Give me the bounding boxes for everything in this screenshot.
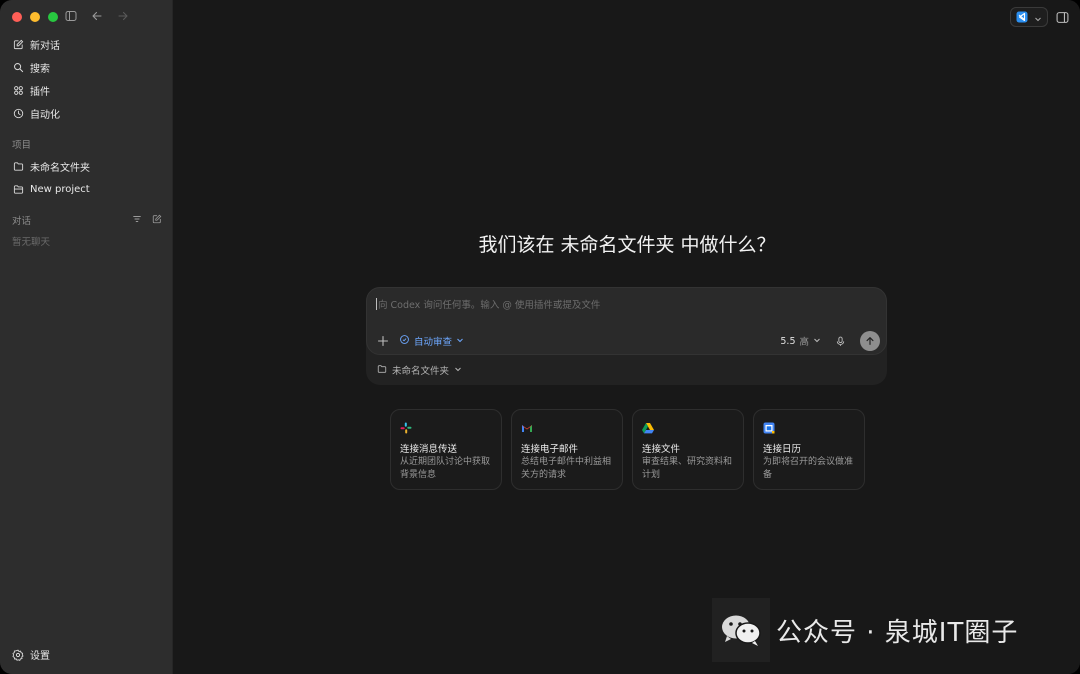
compose-icon xyxy=(12,39,24,51)
connector-cards: 连接消息传送 从近期团队讨论中获取背景信息 连接电子邮件 总结电子邮件中利益相关… xyxy=(390,409,865,490)
auto-review-label: 自动审查 xyxy=(414,337,453,348)
page-headline: 我们该在 未命名文件夹 中做什么？ xyxy=(478,234,776,256)
sidebar: 新对话 搜索 插件 自动化 项目 未命名文件夹 New project 对话 暂… xyxy=(0,0,172,674)
toggle-panel-icon[interactable] xyxy=(1056,9,1070,23)
card-title: 连接文件 xyxy=(642,444,681,455)
project-item-unnamed-folder[interactable]: 未命名文件夹 xyxy=(6,155,166,178)
new-chat-icon[interactable] xyxy=(152,214,162,227)
plugins-icon xyxy=(12,85,24,97)
google-drive-icon xyxy=(642,419,654,434)
nav-label: 插件 xyxy=(30,87,50,98)
connector-card-calendar[interactable]: 连接日历 为即将召开的会议做准备 xyxy=(753,409,865,490)
slack-icon xyxy=(400,419,412,434)
chats-heading: 对话 xyxy=(12,216,32,227)
workspace-folder-selector[interactable]: 未命名文件夹 xyxy=(377,363,462,377)
text-caret xyxy=(376,298,377,310)
forward-arrow-icon[interactable] xyxy=(116,9,130,23)
chats-empty-text: 暂无聊天 xyxy=(12,237,51,248)
composer-container: 向 Codex 询问任何事。输入 @ 使用插件或提及文件 自动审查 5.5 高 … xyxy=(366,287,887,385)
wechat-watermark: 公众号 · 泉城IT圈子 xyxy=(712,598,1054,662)
clock-icon xyxy=(12,108,24,120)
close-window-button[interactable] xyxy=(12,12,22,22)
chats-heading-row: 对话 xyxy=(6,209,166,231)
main-content: 我们该在 未命名文件夹 中做什么？ 向 Codex 询问任何事。输入 @ 使用插… xyxy=(172,0,1080,674)
card-description: 为即将召开的会议做准备 xyxy=(763,457,854,480)
folder-selector-label: 未命名文件夹 xyxy=(392,366,450,377)
shield-icon xyxy=(399,334,410,348)
send-button[interactable] xyxy=(860,331,880,351)
chats-section: 对话 暂无聊天 xyxy=(6,209,166,248)
nav-plugins[interactable]: 插件 xyxy=(6,79,166,102)
sidebar-nav: 新对话 搜索 插件 自动化 xyxy=(6,33,166,125)
folder-icon xyxy=(377,364,387,377)
window-controls xyxy=(12,12,58,22)
open-in-vscode-button[interactable] xyxy=(1010,7,1048,27)
connector-card-email[interactable]: 连接电子邮件 总结电子邮件中利益相关方的请求 xyxy=(511,409,623,490)
card-title: 连接电子邮件 xyxy=(521,444,579,455)
projects-section: 项目 未命名文件夹 New project xyxy=(6,133,166,201)
nav-label: 搜索 xyxy=(30,64,50,75)
card-title: 连接日历 xyxy=(763,444,802,455)
composer: 向 Codex 询问任何事。输入 @ 使用插件或提及文件 自动审查 5.5 高 xyxy=(366,287,887,355)
connector-card-files[interactable]: 连接文件 审查结果、研究资料和计划 xyxy=(632,409,744,490)
zoom-window-button[interactable] xyxy=(48,12,58,22)
project-label: 未命名文件夹 xyxy=(30,163,90,174)
chevron-down-icon xyxy=(813,336,821,347)
card-description: 总结电子邮件中利益相关方的请求 xyxy=(521,457,612,480)
filter-icon[interactable] xyxy=(132,214,142,227)
prompt-placeholder: 向 Codex 询问任何事。输入 @ 使用插件或提及文件 xyxy=(378,300,601,311)
sidebar-toolbar xyxy=(64,9,130,23)
model-selector[interactable]: 5.5 高 xyxy=(780,334,821,348)
folder-icon xyxy=(12,161,24,173)
projects-heading: 项目 xyxy=(12,140,32,151)
arrow-up-icon xyxy=(866,337,874,345)
card-title: 连接消息传送 xyxy=(400,444,458,455)
nav-new-chat[interactable]: 新对话 xyxy=(6,33,166,56)
nav-search[interactable]: 搜索 xyxy=(6,56,166,79)
watermark-text: 公众号 · 泉城IT圈子 xyxy=(776,617,1019,648)
folder-plus-icon xyxy=(12,184,24,196)
chevron-down-icon xyxy=(454,365,462,376)
chevron-down-icon xyxy=(456,336,464,347)
gmail-icon xyxy=(521,419,533,432)
microphone-icon[interactable] xyxy=(835,332,846,351)
auto-review-dropdown[interactable]: 自动审查 xyxy=(399,334,464,348)
app-window: 新对话 搜索 插件 自动化 项目 未命名文件夹 New project 对话 暂… xyxy=(0,0,1080,674)
settings-label: 设置 xyxy=(30,651,50,662)
card-description: 从近期团队讨论中获取背景信息 xyxy=(400,457,491,480)
model-version: 5.5 xyxy=(780,335,796,347)
chevron-down-icon xyxy=(1034,8,1042,27)
nav-label: 新对话 xyxy=(30,41,60,52)
project-label: New project xyxy=(30,184,90,195)
settings-section: 设置 xyxy=(6,643,166,666)
gear-icon xyxy=(12,649,24,661)
search-icon xyxy=(12,62,24,74)
back-arrow-icon[interactable] xyxy=(90,9,104,23)
composer-toolbar: 自动审查 5.5 高 xyxy=(377,331,880,351)
wechat-icon xyxy=(720,613,764,647)
settings-button[interactable]: 设置 xyxy=(6,643,166,666)
vscode-icon xyxy=(1016,8,1028,27)
toggle-sidebar-icon[interactable] xyxy=(64,9,78,23)
reasoning-effort: 高 xyxy=(799,337,809,348)
nav-automation[interactable]: 自动化 xyxy=(6,102,166,125)
project-item-new-project[interactable]: New project xyxy=(6,178,166,201)
add-attachment-icon[interactable] xyxy=(377,332,389,351)
minimize-window-button[interactable] xyxy=(30,12,40,22)
connector-card-messaging[interactable]: 连接消息传送 从近期团队讨论中获取背景信息 xyxy=(390,409,502,490)
card-description: 审查结果、研究资料和计划 xyxy=(642,457,733,480)
google-calendar-icon xyxy=(763,419,775,434)
prompt-input[interactable]: 向 Codex 询问任何事。输入 @ 使用插件或提及文件 xyxy=(376,297,600,311)
nav-label: 自动化 xyxy=(30,110,60,121)
